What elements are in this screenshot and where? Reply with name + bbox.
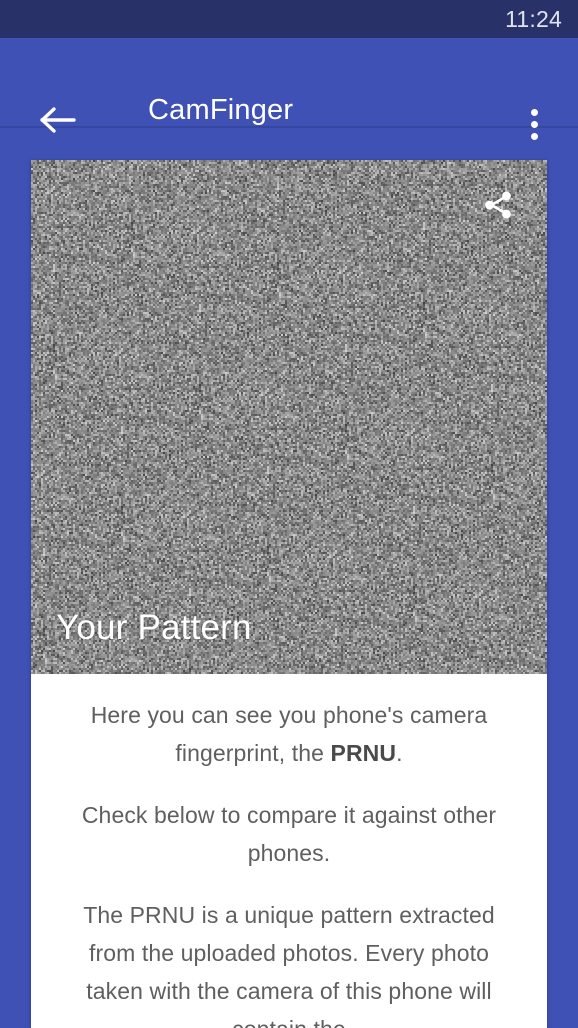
app-toolbar: CamFinger [0,38,578,140]
body-paragraph-2: Check below to compare it against other … [59,796,519,872]
pattern-image: Your Pattern [31,160,547,674]
more-vert-icon-dot-3 [530,132,538,140]
arrow-back-icon [39,105,77,135]
paragraph-2-text: Check below to compare it against other … [81,802,497,866]
paragraph-1-bold-term: PRNU [330,740,397,766]
status-bar-clock: 11:24 [505,5,562,32]
paragraph-1-text-before: Here you can see you phone's camera fing… [90,702,488,766]
body-paragraph-3: The PRNU is a unique pattern extracted f… [59,896,519,1028]
body-paragraph-1: Here you can see you phone's camera fing… [59,696,519,772]
more-vert-icon-dot-2 [530,120,538,128]
share-button[interactable] [475,184,521,230]
card-body: Here you can see you phone's camera fing… [31,674,547,1028]
pattern-caption: Your Pattern [56,608,252,647]
page-title: CamFinger [148,94,294,126]
overflow-menu-button[interactable] [510,102,558,146]
status-bar: 11:24 [0,0,578,38]
share-icon [481,188,515,227]
app-screen: 11:24 CamFinger Your Pattern Here you ca… [0,0,578,1028]
paragraph-1-text-after: . [396,740,403,766]
prnu-noise-texture [31,160,547,674]
more-vert-icon-dot-1 [530,108,538,116]
pattern-card: Your Pattern Here you can see you phone'… [31,160,547,1028]
paragraph-3-text: The PRNU is a unique pattern extracted f… [83,902,495,1028]
back-button[interactable] [30,100,86,140]
